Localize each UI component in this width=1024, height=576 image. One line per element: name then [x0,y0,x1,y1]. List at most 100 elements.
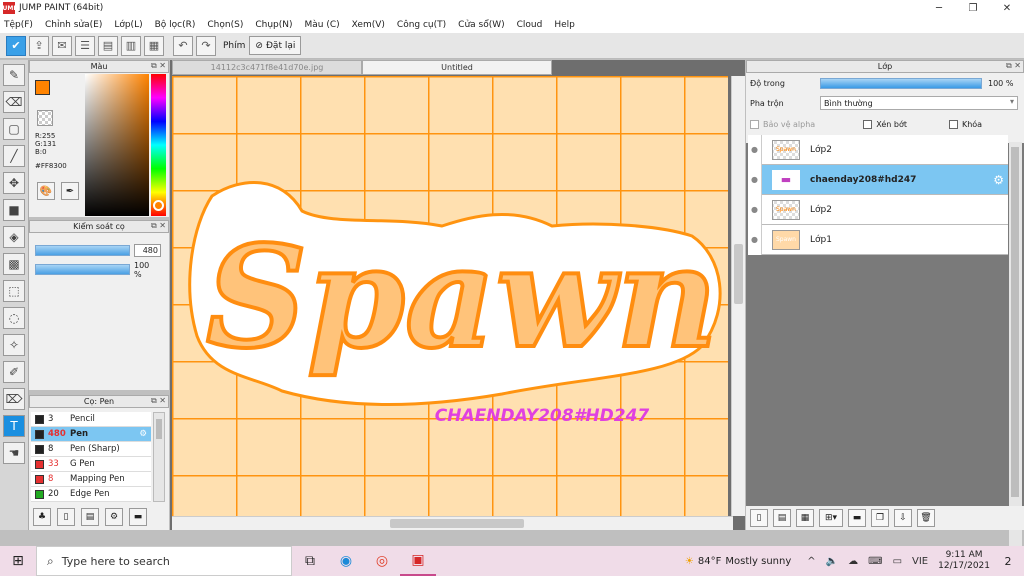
new-layer-icon[interactable]: ▯ [750,509,768,527]
clipping-checkbox[interactable]: Xén bớt [863,120,907,129]
rectangle-tool-icon[interactable]: ▢ [3,118,25,140]
duplicate-layer-icon[interactable]: ❐ [871,509,889,527]
pen-list-item[interactable]: 8 Pen (Sharp) [31,442,151,457]
pen-list-item[interactable]: 20 Edge Pen [31,487,151,502]
visibility-icon[interactable]: ● [748,224,762,255]
menu-color[interactable]: Màu (C) [305,20,340,30]
layer-row[interactable]: ● ▬ chaenday208#hd247 ⚙ [748,164,1008,195]
hue-slider-handle[interactable] [153,200,164,211]
menu-view[interactable]: Xem(V) [352,20,385,30]
panel-controls[interactable]: ⧉ ✕ [151,61,166,71]
menu-filter[interactable]: Bộ lọc(R) [155,20,196,30]
undo-icon[interactable]: ↶ [173,35,193,56]
chrome-browser-icon[interactable]: ◎ [364,546,400,576]
brush-tool-icon[interactable]: ✎ [3,64,25,86]
volume-icon[interactable]: 🔈 [826,556,838,567]
pen-list-item[interactable]: 33 G Pen [31,457,151,472]
menu-tools[interactable]: Công cụ(T) [397,20,446,30]
language-indicator[interactable]: VIE [912,556,928,567]
chevron-up-icon[interactable]: ^ [807,556,815,567]
move-tool-icon[interactable]: ✥ [3,172,25,194]
jump-paint-taskbar-icon[interactable]: ▣ [400,546,436,576]
layer-row[interactable]: ● Spawn Lớp2 [748,194,1008,225]
pen-list-item[interactable]: 8 Mapping Pen [31,472,151,487]
delete-layer-icon[interactable]: 🗑 [917,509,935,527]
onedrive-icon[interactable]: ☁ [848,556,858,567]
lasso-tool-icon[interactable]: ◌ [3,307,25,329]
maximize-button[interactable]: ❐ [956,0,990,16]
edge-browser-icon[interactable]: ◉ [328,546,364,576]
menu-capture[interactable]: Chụp(N) [255,20,292,30]
gear-icon[interactable]: ⚙ [139,429,147,439]
canvas-vertical-scrollbar[interactable] [731,76,745,516]
grid-icon[interactable]: ▦ [144,35,164,56]
line-tool-icon[interactable]: ╱ [3,145,25,167]
gear-icon[interactable]: ⚙ [993,173,1004,187]
add-layer-menu-icon[interactable]: ⊞▾ [819,509,843,527]
windows-start-icon[interactable]: ⊞ [0,546,36,576]
check-icon[interactable]: ✔ [6,35,26,56]
weather-widget[interactable]: ☀ 84°F Mostly sunny [681,556,791,567]
layer-opacity-slider[interactable] [820,78,982,89]
new-brush-icon[interactable]: ▯ [57,508,75,526]
layer-row[interactable]: ● Spawn Lớp2 [748,134,1008,165]
pen-list-scrollbar[interactable] [153,412,165,502]
layer-row[interactable]: ● Spawn Lớp1 [748,224,1008,255]
notification-icon[interactable]: 2 [998,555,1018,568]
hand-tool-icon[interactable]: ☚ [3,442,25,464]
chat-icon[interactable]: ☰ [75,35,95,56]
select-pen-tool-icon[interactable]: ✐ [3,361,25,383]
hue-slider[interactable] [151,74,166,216]
tab-image-file[interactable]: 14112c3c471f8e41d70e.jpg [172,60,362,75]
select-rect-tool-icon[interactable]: ⬚ [3,280,25,302]
brush-size-slider[interactable] [35,245,130,256]
gradient-tool-icon[interactable]: ▩ [3,253,25,275]
menu-edit[interactable]: Chỉnh sửa(E) [45,20,102,30]
reset-button[interactable]: ⊘ Đặt lại [249,36,302,55]
merge-layer-icon[interactable]: ⇩ [894,509,912,527]
task-view-icon[interactable]: ⧉ [292,546,328,576]
menu-window[interactable]: Cửa sổ(W) [458,20,504,30]
new-halftone-layer-icon[interactable]: ▦ [796,509,814,527]
document-icon[interactable]: ▤ [98,35,118,56]
comment-icon[interactable]: ✉ [52,35,72,56]
drawing-canvas[interactable]: Spawn CHAENDAY208#HD247 [172,76,728,516]
lock-checkbox[interactable]: Khóa [948,120,982,129]
panel-controls[interactable]: ⧉ ✕ [1006,61,1021,71]
close-button[interactable]: ✕ [990,0,1024,16]
keyboard-icon[interactable]: ⌨ [868,556,882,567]
eraser-tool-icon[interactable]: ⌫ [3,91,25,113]
minimize-button[interactable]: ─ [922,0,956,16]
pen-list-item[interactable]: 480 Pen ⚙ [31,427,151,442]
blend-mode-select[interactable]: Bình thường [820,96,1018,110]
layer-folder-icon[interactable]: ▬ [848,509,866,527]
menu-help[interactable]: Help [554,20,575,30]
new-text-layer-icon[interactable]: ▤ [773,509,791,527]
brush-menu-icon[interactable]: ▤ [81,508,99,526]
eyedropper-icon[interactable]: ✒ [61,182,79,200]
pen-list-item[interactable]: 3 Pencil [31,412,151,427]
menu-layer[interactable]: Lớp(L) [114,20,142,30]
list-icon[interactable]: ▥ [121,35,141,56]
share-icon[interactable]: ⇪ [29,35,49,56]
saturation-value-picker[interactable] [85,74,149,216]
redo-icon[interactable]: ↷ [196,35,216,56]
brush-size-field[interactable]: 480 [134,244,161,257]
brush-opacity-slider[interactable] [35,264,130,275]
visibility-icon[interactable]: ● [748,134,762,165]
menu-cloud[interactable]: Cloud [517,20,543,30]
taskbar-search[interactable]: ⌕ Type here to search [36,546,292,576]
menu-select[interactable]: Chọn(S) [207,20,243,30]
foreground-color-swatch[interactable] [35,80,50,95]
folder-icon[interactable]: ▬ [129,508,147,526]
tree-icon[interactable]: ♣ [33,508,51,526]
visibility-icon[interactable]: ● [748,194,762,225]
display-icon[interactable]: ▭ [893,556,902,567]
text-tool-icon[interactable]: T [3,415,25,437]
visibility-icon[interactable]: ● [748,164,762,195]
select-eraser-tool-icon[interactable]: ⌦ [3,388,25,410]
menu-file[interactable]: Tệp(F) [4,20,33,30]
bucket-tool-icon[interactable]: ◈ [3,226,25,248]
protect-alpha-checkbox[interactable]: Bảo vệ alpha [750,120,815,129]
clock[interactable]: 9:11 AM 12/17/2021 [938,550,990,572]
